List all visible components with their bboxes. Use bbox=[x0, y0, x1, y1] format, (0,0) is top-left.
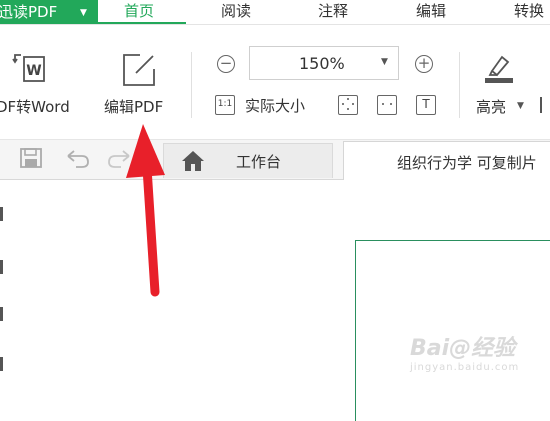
menubar-divider bbox=[0, 24, 550, 25]
plus-icon: + bbox=[417, 54, 431, 72]
tab-convert[interactable]: 转换 bbox=[514, 0, 544, 24]
chevron-down-icon: ▼ bbox=[381, 57, 388, 67]
pdf-to-word-button[interactable]: W DF转Word bbox=[0, 48, 80, 120]
actual-size-icon-text: 1:1 bbox=[217, 99, 233, 109]
annotation-arrow-icon bbox=[126, 124, 165, 297]
sidebar-mark bbox=[0, 307, 3, 321]
edit-pdf-label: 编辑PDF bbox=[104, 98, 164, 116]
pdf-to-word-label: DF转Word bbox=[0, 98, 70, 116]
tab-document[interactable]: 组织行为学 可复制片 bbox=[343, 141, 550, 180]
edit-pdf-button[interactable]: 编辑PDF bbox=[100, 48, 180, 120]
fit-page-icon bbox=[342, 98, 354, 110]
actual-size-icon: 1:1 bbox=[215, 95, 235, 115]
zoom-in-button[interactable]: + bbox=[415, 55, 433, 73]
tab-workspace[interactable]: 工作台 bbox=[163, 143, 333, 178]
text-icon: T bbox=[422, 97, 430, 111]
tab-read[interactable]: 阅读 bbox=[221, 0, 251, 24]
tab-document-label: 组织行为学 可复制片 bbox=[397, 154, 537, 172]
zoom-value: 150% bbox=[299, 54, 345, 73]
ribbon-separator bbox=[459, 52, 460, 118]
watermark-brand: Bai@经验 bbox=[410, 336, 516, 361]
sidebar-mark bbox=[0, 207, 3, 221]
home-icon bbox=[182, 151, 204, 171]
watermark: Bai@经验 jingyan.baidu.com bbox=[410, 330, 519, 373]
sidebar-mark bbox=[0, 357, 3, 371]
app-title: 迅读PDF bbox=[0, 3, 58, 21]
sidebar-mark bbox=[0, 260, 3, 274]
edit-pdf-icon bbox=[123, 54, 155, 86]
watermark-url: jingyan.baidu.com bbox=[410, 362, 520, 373]
fit-width-icon bbox=[382, 103, 392, 105]
minus-icon: − bbox=[219, 54, 233, 72]
undo-icon[interactable] bbox=[64, 148, 90, 168]
zoom-out-button[interactable]: − bbox=[217, 55, 235, 73]
fit-width-button[interactable] bbox=[377, 95, 397, 115]
pdf-to-word-icon: W bbox=[12, 54, 45, 82]
highlight-label: 高亮 bbox=[476, 98, 507, 116]
highlighter-icon bbox=[485, 55, 513, 83]
chevron-down-icon: ▼ bbox=[80, 8, 87, 18]
fit-page-button[interactable] bbox=[338, 95, 358, 115]
chevron-down-icon: ▼ bbox=[517, 101, 524, 111]
highlight-button[interactable]: 高亮 ▼ bbox=[475, 48, 550, 120]
tab-home[interactable]: 首页 bbox=[124, 0, 154, 24]
zoom-select[interactable]: 150% ▼ bbox=[249, 46, 399, 80]
actual-size-button[interactable]: 实际大小 bbox=[245, 95, 305, 116]
word-letter: W bbox=[26, 63, 41, 79]
more-tool-edge[interactable] bbox=[540, 97, 550, 113]
save-icon[interactable] bbox=[19, 147, 43, 169]
ribbon-separator bbox=[191, 52, 192, 118]
text-select-button[interactable]: T bbox=[416, 95, 436, 115]
tab-edit[interactable]: 编辑 bbox=[416, 0, 446, 24]
tab-annotate[interactable]: 注释 bbox=[318, 0, 348, 24]
app-menu-button[interactable]: 迅读PDF ▼ bbox=[0, 0, 98, 24]
tab-workspace-label: 工作台 bbox=[236, 153, 282, 171]
